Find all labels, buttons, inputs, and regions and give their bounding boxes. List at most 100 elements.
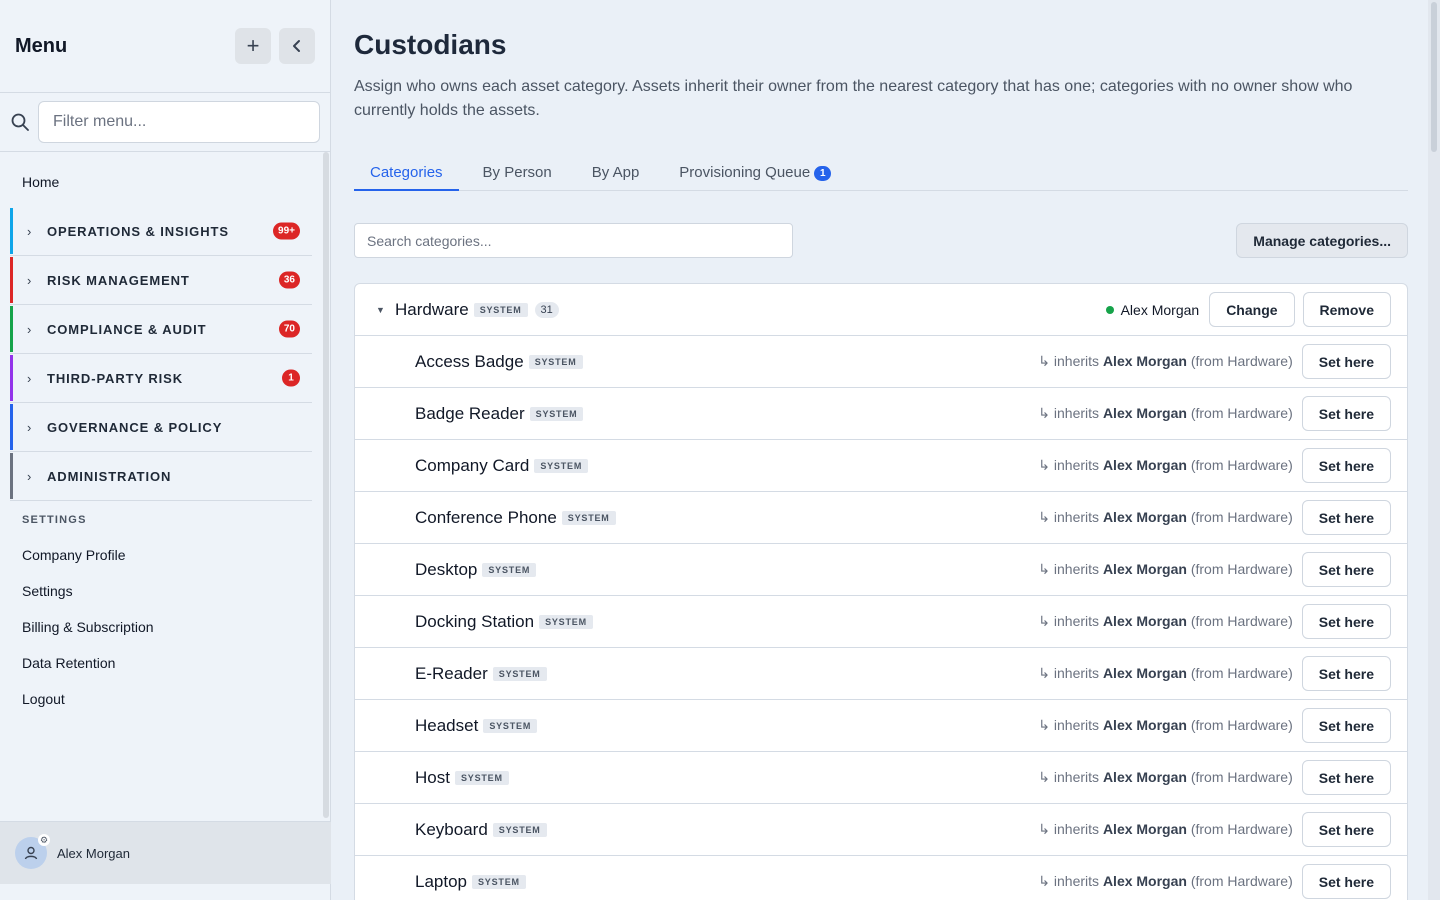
categories-table: ▼ Hardware SYSTEM 31 Alex Morgan Change … xyxy=(354,283,1408,900)
chevron-right-icon: › xyxy=(27,468,32,484)
inherit-note: ↳ inherits Alex Morgan (from Hardware) xyxy=(1038,405,1293,421)
sidebar-item-company-profile[interactable]: Company Profile xyxy=(0,537,331,573)
page-title: Custodians xyxy=(354,29,507,60)
inherit-note: ↳ inherits Alex Morgan (from Hardware) xyxy=(1038,457,1293,473)
category-name: Desktop xyxy=(415,559,478,579)
inherit-note: ↳ inherits Alex Morgan (from Hardware) xyxy=(1038,509,1293,525)
sidebar-header: Menu + xyxy=(0,0,330,93)
sidebar-scrollbar[interactable] xyxy=(323,152,329,818)
set-here-button[interactable]: Set here xyxy=(1301,760,1391,795)
chevron-right-icon: › xyxy=(27,223,32,239)
system-tag: SYSTEM xyxy=(529,406,584,421)
system-tag: SYSTEM xyxy=(534,458,589,473)
nav-group-third-party-risk[interactable]: › THIRD-PARTY RISK 1 xyxy=(10,354,312,403)
inherit-note: ↳ inherits Alex Morgan (from Hardware) xyxy=(1038,665,1293,681)
settings-heading: SETTINGS xyxy=(22,514,87,526)
chevron-right-icon: › xyxy=(27,321,32,337)
set-here-button[interactable]: Set here xyxy=(1301,344,1391,379)
manage-categories-button[interactable]: Manage categories... xyxy=(1236,223,1408,258)
system-tag: SYSTEM xyxy=(472,874,526,889)
system-tag: SYSTEM xyxy=(492,822,547,837)
set-here-button[interactable]: Set here xyxy=(1301,708,1391,743)
page-description: Assign who owns each asset category. Ass… xyxy=(354,78,1353,119)
main-content: Custodians Assign who owns each asset ca… xyxy=(354,0,1408,900)
count-badge: 31 xyxy=(534,301,559,318)
sidebar-search xyxy=(0,93,330,152)
category-name: Keyboard xyxy=(415,819,488,839)
nav-group-label: OPERATIONS & INSIGHTS xyxy=(47,223,229,239)
sidebar-item-settings[interactable]: Settings xyxy=(0,573,331,609)
chevron-right-icon: › xyxy=(27,272,32,288)
inherit-note: ↳ inherits Alex Morgan (from Hardware) xyxy=(1038,561,1293,577)
category-name: Hardware xyxy=(395,299,469,319)
set-here-button[interactable]: Set here xyxy=(1301,604,1391,639)
category-row: Host SYSTEM ↳ inherits Alex Morgan (from… xyxy=(355,752,1407,804)
chevron-left-icon xyxy=(293,40,300,52)
category-name: Conference Phone xyxy=(415,507,557,527)
category-row: Docking Station SYSTEM ↳ inherits Alex M… xyxy=(355,596,1407,648)
inherit-note: ↳ inherits Alex Morgan (from Hardware) xyxy=(1038,353,1293,369)
set-here-button[interactable]: Set here xyxy=(1301,552,1391,587)
system-tag: SYSTEM xyxy=(492,666,547,681)
caret-down-icon[interactable]: ▼ xyxy=(376,305,385,315)
tab-by-person[interactable]: By Person xyxy=(467,153,568,191)
chevron-right-icon: › xyxy=(27,419,32,435)
category-row: Laptop SYSTEM ↳ inherits Alex Morgan (fr… xyxy=(355,856,1407,900)
tab-bar: Categories By Person By App Provisioning… xyxy=(354,153,1408,191)
sidebar-item-billing[interactable]: Billing & Subscription xyxy=(0,609,331,645)
set-here-button[interactable]: Set here xyxy=(1301,500,1391,535)
user-name: Alex Morgan xyxy=(57,845,130,861)
status-dot-icon xyxy=(1105,305,1114,314)
remove-button[interactable]: Remove xyxy=(1302,292,1391,327)
tab-provisioning-queue[interactable]: Provisioning Queue 1 xyxy=(663,153,847,191)
count-badge: 1 xyxy=(814,166,832,181)
nav-group-label: ADMINISTRATION xyxy=(47,468,172,484)
nav-group-label: COMPLIANCE & AUDIT xyxy=(47,321,207,337)
filter-menu-input[interactable] xyxy=(38,101,320,143)
count-badge: 36 xyxy=(278,271,300,289)
tab-by-app[interactable]: By App xyxy=(576,153,656,191)
set-here-button[interactable]: Set here xyxy=(1301,396,1391,431)
category-row: Conference Phone SYSTEM ↳ inherits Alex … xyxy=(355,492,1407,544)
user-profile[interactable]: ⚙ Alex Morgan xyxy=(0,821,331,884)
user-icon xyxy=(24,846,38,860)
system-tag: SYSTEM xyxy=(561,510,616,525)
nav-group-governance-policy[interactable]: › GOVERNANCE & POLICY xyxy=(10,403,312,452)
set-here-button[interactable]: Set here xyxy=(1301,812,1391,847)
add-button[interactable]: + xyxy=(235,28,271,64)
sidebar-item-logout[interactable]: Logout xyxy=(0,681,331,717)
chevron-right-icon: › xyxy=(27,370,32,386)
plus-icon: + xyxy=(246,33,260,58)
category-name: Host xyxy=(415,767,450,787)
category-row: Badge Reader SYSTEM ↳ inherits Alex Morg… xyxy=(355,388,1407,440)
set-here-button[interactable]: Set here xyxy=(1301,864,1391,899)
nav-group-operations-insights[interactable]: › OPERATIONS & INSIGHTS 99+ xyxy=(10,207,312,256)
system-tag: SYSTEM xyxy=(482,562,537,577)
tab-categories[interactable]: Categories xyxy=(354,153,459,191)
count-badge: 1 xyxy=(282,369,300,387)
category-row: Access Badge SYSTEM ↳ inherits Alex Morg… xyxy=(355,336,1407,388)
count-badge: 70 xyxy=(278,320,300,338)
search-categories-input[interactable] xyxy=(354,223,793,258)
nav-group-label: THIRD-PARTY RISK xyxy=(47,370,183,386)
change-button[interactable]: Change xyxy=(1209,292,1295,327)
nav-group-compliance-audit[interactable]: › COMPLIANCE & AUDIT 70 xyxy=(10,305,312,354)
inherit-note: ↳ inherits Alex Morgan (from Hardware) xyxy=(1038,717,1293,733)
category-row: Company Card SYSTEM ↳ inherits Alex Morg… xyxy=(355,440,1407,492)
nav-group-risk-management[interactable]: › RISK MANAGEMENT 36 xyxy=(10,256,312,305)
toolbar: Manage categories... xyxy=(354,223,1408,259)
inherit-note: ↳ inherits Alex Morgan (from Hardware) xyxy=(1038,821,1293,837)
system-tag: SYSTEM xyxy=(483,718,538,733)
owner-label: Alex Morgan xyxy=(1105,302,1199,318)
category-row: E-Reader SYSTEM ↳ inherits Alex Morgan (… xyxy=(355,648,1407,700)
system-tag: SYSTEM xyxy=(539,614,593,629)
set-here-button[interactable]: Set here xyxy=(1301,448,1391,483)
category-row: Headset SYSTEM ↳ inherits Alex Morgan (f… xyxy=(355,700,1407,752)
page-scrollbar[interactable] xyxy=(1428,0,1440,900)
set-here-button[interactable]: Set here xyxy=(1301,656,1391,691)
collapse-sidebar-button[interactable] xyxy=(279,28,315,64)
nav-group-administration[interactable]: › ADMINISTRATION xyxy=(10,452,312,501)
inherit-note: ↳ inherits Alex Morgan (from Hardware) xyxy=(1038,613,1293,629)
sidebar-item-data-retention[interactable]: Data Retention xyxy=(0,645,331,681)
sidebar-item-home[interactable]: Home xyxy=(0,152,331,207)
